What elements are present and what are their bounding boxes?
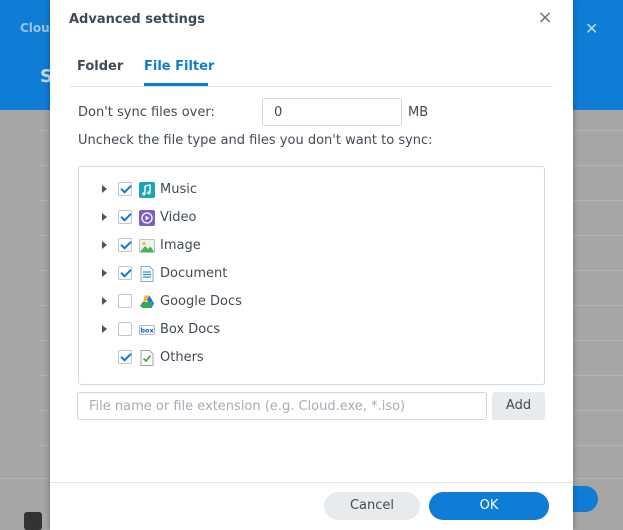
tree-row-others: Others — [79, 344, 544, 372]
background-icon — [24, 512, 42, 530]
expand-arrow-icon[interactable] — [102, 297, 107, 305]
cancel-button[interactable]: Cancel — [324, 492, 420, 520]
expand-arrow-icon[interactable] — [102, 269, 107, 277]
checkbox-others[interactable] — [118, 350, 132, 364]
size-limit-input[interactable] — [262, 98, 402, 126]
checkbox-video[interactable] — [118, 210, 132, 224]
expand-arrow-icon[interactable] — [102, 241, 107, 249]
file-type-tree: Music Video Image Document Google Docs b… — [78, 166, 545, 385]
size-limit-label: Don't sync files over: — [78, 105, 215, 120]
checkbox-image[interactable] — [118, 238, 132, 252]
tree-row-box-docs: box Box Docs — [79, 316, 544, 344]
checkbox-document[interactable] — [118, 266, 132, 280]
expand-arrow-icon[interactable] — [102, 213, 107, 221]
dialog-title: Advanced settings — [69, 12, 205, 27]
tree-label: Google Docs — [160, 294, 242, 309]
tree-label: Others — [160, 350, 204, 365]
box-icon: box — [139, 325, 155, 335]
tab-bar: Folder File Filter — [70, 40, 553, 87]
document-icon — [140, 266, 154, 282]
google-drive-icon — [140, 295, 154, 308]
tree-row-image: Image — [79, 232, 544, 260]
checkbox-music[interactable] — [118, 182, 132, 196]
background-app-title: Clou — [20, 21, 50, 35]
video-icon — [139, 210, 155, 226]
instruction-text: Uncheck the file type and files you don'… — [78, 133, 433, 148]
tree-label: Music — [160, 182, 197, 197]
filter-input[interactable] — [77, 392, 487, 420]
checkbox-google-docs[interactable] — [118, 294, 132, 308]
expand-arrow-icon[interactable] — [102, 185, 107, 193]
image-icon — [139, 239, 155, 253]
advanced-settings-dialog: Advanced settings × Folder File Filter D… — [50, 0, 573, 530]
tree-row-video: Video — [79, 204, 544, 232]
background-close-icon: ✕ — [585, 19, 599, 38]
music-icon — [139, 182, 155, 198]
tree-label: Document — [160, 266, 228, 281]
tab-folder[interactable]: Folder — [77, 59, 123, 74]
size-unit-label: MB — [408, 105, 429, 120]
tree-label: Box Docs — [160, 322, 221, 337]
tab-file-filter[interactable]: File Filter — [144, 59, 214, 74]
ok-button[interactable]: OK — [429, 492, 549, 520]
active-tab-indicator — [144, 83, 208, 86]
others-icon — [140, 350, 154, 366]
expand-arrow-icon[interactable] — [102, 325, 107, 333]
footer-divider — [50, 482, 573, 483]
tree-row-music: Music — [79, 176, 544, 204]
tree-row-google-docs: Google Docs — [79, 288, 544, 316]
tree-label: Image — [160, 238, 201, 253]
tree-label: Video — [160, 210, 197, 225]
checkbox-box-docs[interactable] — [118, 322, 132, 336]
add-button[interactable]: Add — [492, 392, 545, 420]
close-icon[interactable]: × — [534, 7, 556, 29]
svg-text:box: box — [140, 327, 154, 335]
tree-row-document: Document — [79, 260, 544, 288]
